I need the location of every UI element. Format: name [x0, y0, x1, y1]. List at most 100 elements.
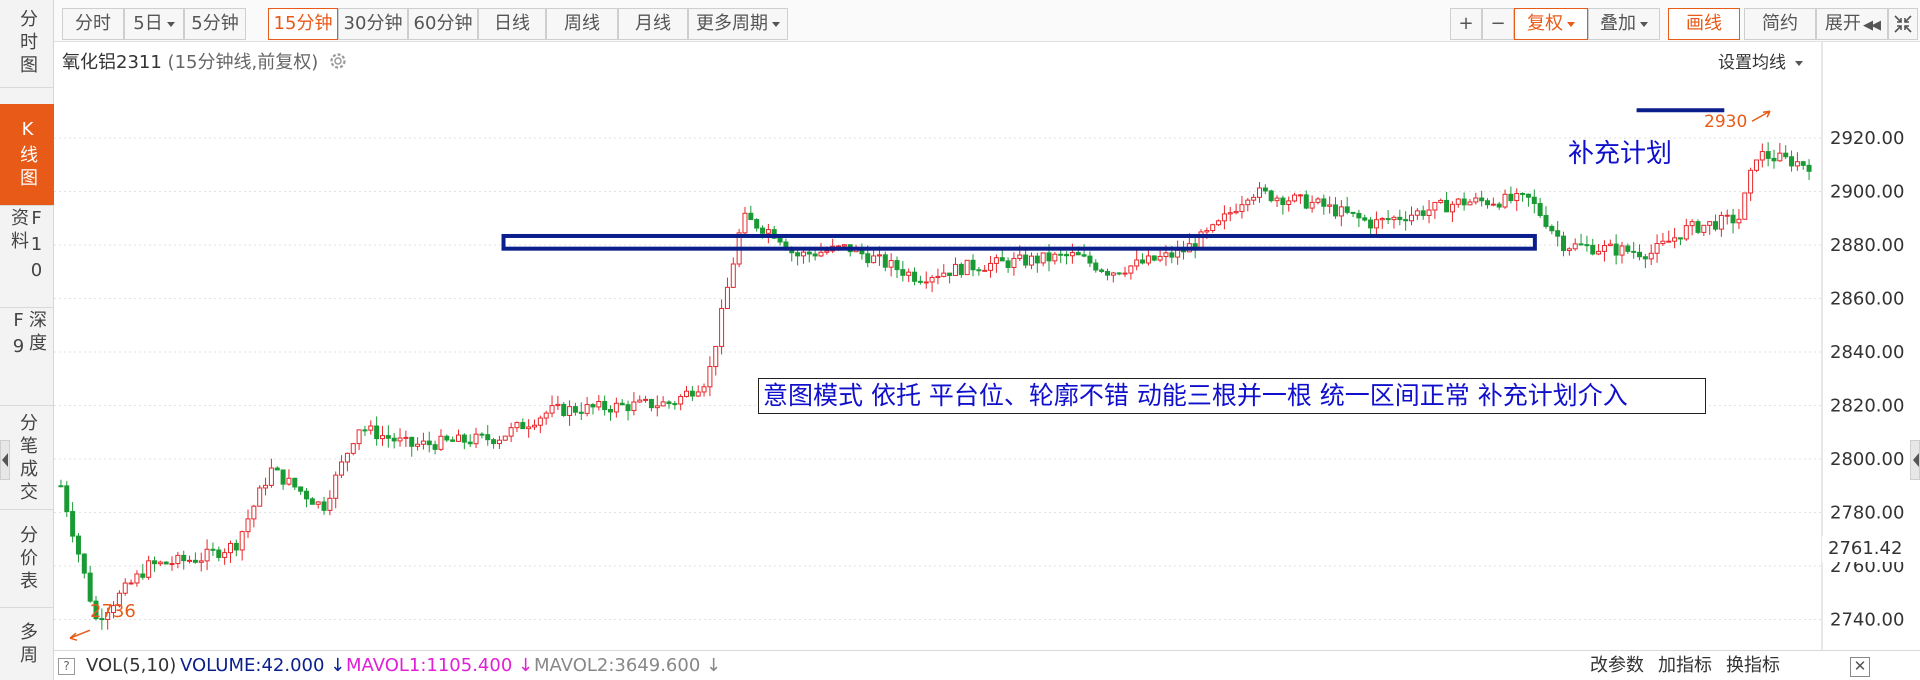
candle-body	[1280, 197, 1286, 205]
candle-body	[146, 560, 152, 578]
candle-body	[1099, 269, 1105, 272]
candle-body	[1151, 255, 1157, 261]
candle-body	[1724, 214, 1730, 217]
candle-body	[1332, 204, 1338, 217]
candle-body	[970, 259, 976, 271]
candle-body	[695, 391, 701, 397]
candle-body	[882, 254, 888, 268]
candle-body	[631, 401, 637, 412]
candle-body	[1145, 255, 1151, 264]
candle-body	[590, 404, 596, 408]
candle-body	[1426, 209, 1432, 216]
candle-body	[233, 542, 239, 551]
candle-body	[608, 408, 614, 413]
candle-body	[169, 563, 175, 566]
candle-body	[1350, 211, 1356, 214]
candle-body	[1783, 152, 1789, 158]
down-arrow-icon: ↓	[518, 655, 534, 676]
candle-body	[1677, 237, 1683, 240]
candle-body	[1742, 192, 1748, 220]
candle-body	[1134, 259, 1140, 267]
candle-body	[292, 477, 298, 488]
candlestick-chart[interactable]: 2740.002760.002780.002800.002820.002840.…	[0, 0, 1920, 680]
collapse-left-arrow-icon[interactable]	[0, 440, 10, 480]
candle-body	[1274, 197, 1280, 202]
candle-body	[923, 281, 929, 284]
candle-body	[327, 497, 333, 511]
candle-body	[508, 427, 514, 437]
candle-body	[1642, 256, 1648, 260]
candle-body	[128, 582, 134, 585]
candle-body	[286, 477, 292, 485]
candle-body	[1292, 194, 1298, 202]
candle-body	[385, 435, 391, 439]
edit-params-button[interactable]: 改参数	[1590, 651, 1644, 680]
collapse-right-arrow-icon[interactable]	[1910, 440, 1920, 480]
candle-body	[75, 535, 81, 555]
candle-body	[976, 269, 982, 272]
candle-body	[222, 552, 228, 558]
candle-body	[374, 425, 380, 440]
candle-body	[70, 511, 76, 537]
candle-body	[298, 486, 304, 492]
price-tick-label: 2800.00	[1830, 449, 1904, 470]
candle-body	[415, 443, 421, 447]
candle-body	[1262, 187, 1268, 192]
candle-body	[1204, 230, 1210, 233]
candle-body	[321, 501, 327, 511]
candle-body	[876, 254, 882, 257]
add-indicator-button[interactable]: 加指标	[1658, 651, 1712, 680]
price-tick-label: 2900.00	[1830, 182, 1904, 203]
candle-body	[1028, 255, 1034, 266]
candle-body	[362, 429, 368, 432]
candle-body	[567, 406, 573, 417]
candle-body	[1806, 164, 1812, 172]
price-tick-label: 2740.00	[1830, 610, 1904, 631]
candle-body	[409, 436, 415, 447]
candle-body	[1736, 218, 1742, 224]
candle-body	[888, 260, 894, 268]
candle-body	[1444, 199, 1450, 213]
candle-body	[485, 434, 491, 441]
candle-body	[1414, 210, 1420, 216]
candle-body	[1309, 201, 1315, 209]
candle-body	[163, 561, 169, 565]
candle-body	[1555, 230, 1561, 237]
candle-body	[1455, 198, 1461, 205]
candle-body	[1379, 218, 1385, 221]
candle-body	[1321, 198, 1327, 207]
candle-body	[900, 269, 906, 276]
candle-body	[742, 212, 748, 234]
candle-body	[1566, 248, 1572, 252]
candle-body	[526, 426, 532, 430]
candle-body	[684, 390, 690, 397]
candle-body	[315, 501, 321, 505]
candle-body	[1718, 214, 1724, 230]
candle-body	[812, 253, 818, 257]
candle-body	[964, 259, 970, 276]
switch-indicator-button[interactable]: 换指标	[1726, 651, 1780, 680]
help-icon[interactable]: ?	[58, 658, 75, 675]
candle-body	[952, 263, 958, 276]
current-price-label: 2761.42	[1822, 536, 1920, 562]
candle-body	[917, 280, 923, 283]
candle-body	[1584, 244, 1590, 247]
candle-body	[572, 406, 578, 413]
candle-body	[87, 572, 93, 602]
candle-body	[824, 250, 830, 253]
candle-body	[543, 412, 549, 419]
close-icon[interactable]: ✕	[1850, 657, 1870, 677]
candle-body	[1116, 272, 1122, 275]
candle-body	[1800, 161, 1806, 166]
mavol2-value: MAVOL2:3649.600 ↓	[534, 651, 721, 680]
candle-body	[1759, 151, 1765, 161]
candle-body	[1040, 252, 1046, 264]
support-zone-rectangle	[501, 233, 1537, 251]
candle-body	[1315, 198, 1321, 203]
candle-body	[555, 403, 561, 407]
candle-body	[713, 345, 719, 368]
candle-body	[157, 561, 163, 565]
candle-body	[689, 390, 695, 397]
candle-body	[1403, 219, 1409, 222]
volume-text: VOLUME:42.000	[180, 655, 325, 676]
